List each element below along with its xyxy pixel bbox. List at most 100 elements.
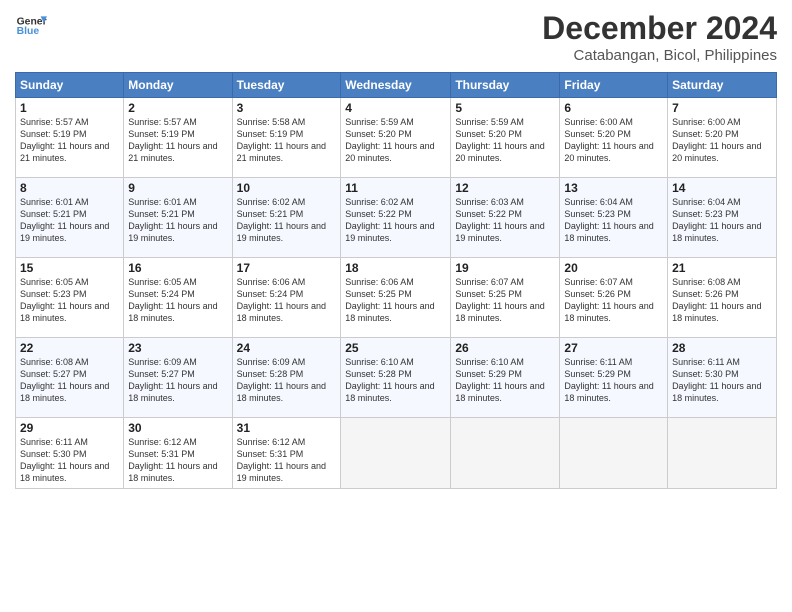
day-number: 11 — [345, 181, 446, 195]
day-info: Sunrise: 5:59 AMSunset: 5:20 PMDaylight:… — [345, 117, 434, 163]
day-number: 31 — [237, 421, 337, 435]
table-row: 29 Sunrise: 6:11 AMSunset: 5:30 PMDaylig… — [16, 418, 124, 489]
day-info: Sunrise: 6:08 AMSunset: 5:26 PMDaylight:… — [672, 277, 761, 323]
table-row: 10 Sunrise: 6:02 AMSunset: 5:21 PMDaylig… — [232, 178, 341, 258]
day-number: 20 — [564, 261, 663, 275]
table-row: 14 Sunrise: 6:04 AMSunset: 5:23 PMDaylig… — [668, 178, 777, 258]
table-row: 12 Sunrise: 6:03 AMSunset: 5:22 PMDaylig… — [451, 178, 560, 258]
day-info: Sunrise: 6:10 AMSunset: 5:29 PMDaylight:… — [455, 357, 544, 403]
header-sunday: Sunday — [16, 73, 124, 98]
table-row: 6 Sunrise: 6:00 AMSunset: 5:20 PMDayligh… — [560, 98, 668, 178]
day-number: 14 — [672, 181, 772, 195]
day-number: 8 — [20, 181, 119, 195]
day-info: Sunrise: 6:02 AMSunset: 5:21 PMDaylight:… — [237, 197, 326, 243]
day-info: Sunrise: 6:01 AMSunset: 5:21 PMDaylight:… — [128, 197, 217, 243]
day-info: Sunrise: 6:07 AMSunset: 5:26 PMDaylight:… — [564, 277, 653, 323]
day-info: Sunrise: 6:06 AMSunset: 5:25 PMDaylight:… — [345, 277, 434, 323]
table-row: 8 Sunrise: 6:01 AMSunset: 5:21 PMDayligh… — [16, 178, 124, 258]
day-number: 3 — [237, 101, 337, 115]
logo: General Blue — [15, 10, 47, 42]
day-number: 5 — [455, 101, 555, 115]
day-number: 24 — [237, 341, 337, 355]
table-row: 4 Sunrise: 5:59 AMSunset: 5:20 PMDayligh… — [341, 98, 451, 178]
svg-text:Blue: Blue — [17, 26, 40, 37]
day-info: Sunrise: 5:57 AMSunset: 5:19 PMDaylight:… — [20, 117, 109, 163]
header-thursday: Thursday — [451, 73, 560, 98]
table-row: 5 Sunrise: 5:59 AMSunset: 5:20 PMDayligh… — [451, 98, 560, 178]
day-number: 10 — [237, 181, 337, 195]
day-number: 29 — [20, 421, 119, 435]
table-row: 21 Sunrise: 6:08 AMSunset: 5:26 PMDaylig… — [668, 258, 777, 338]
day-info: Sunrise: 6:01 AMSunset: 5:21 PMDaylight:… — [20, 197, 109, 243]
table-row: 17 Sunrise: 6:06 AMSunset: 5:24 PMDaylig… — [232, 258, 341, 338]
table-row: 16 Sunrise: 6:05 AMSunset: 5:24 PMDaylig… — [124, 258, 232, 338]
header: General Blue December 2024 Catabangan, B… — [15, 10, 777, 64]
day-number: 19 — [455, 261, 555, 275]
table-row: 15 Sunrise: 6:05 AMSunset: 5:23 PMDaylig… — [16, 258, 124, 338]
day-info: Sunrise: 6:05 AMSunset: 5:24 PMDaylight:… — [128, 277, 217, 323]
table-row: 19 Sunrise: 6:07 AMSunset: 5:25 PMDaylig… — [451, 258, 560, 338]
table-row — [341, 418, 451, 489]
table-row: 1 Sunrise: 5:57 AMSunset: 5:19 PMDayligh… — [16, 98, 124, 178]
title-area: December 2024 Catabangan, Bicol, Philipp… — [542, 10, 777, 64]
day-number: 17 — [237, 261, 337, 275]
calendar-header-row: Sunday Monday Tuesday Wednesday Thursday… — [16, 73, 777, 98]
header-wednesday: Wednesday — [341, 73, 451, 98]
day-info: Sunrise: 6:05 AMSunset: 5:23 PMDaylight:… — [20, 277, 109, 323]
day-info: Sunrise: 6:08 AMSunset: 5:27 PMDaylight:… — [20, 357, 109, 403]
table-row: 13 Sunrise: 6:04 AMSunset: 5:23 PMDaylig… — [560, 178, 668, 258]
table-row — [560, 418, 668, 489]
day-info: Sunrise: 5:59 AMSunset: 5:20 PMDaylight:… — [455, 117, 544, 163]
day-info: Sunrise: 6:03 AMSunset: 5:22 PMDaylight:… — [455, 197, 544, 243]
table-row: 18 Sunrise: 6:06 AMSunset: 5:25 PMDaylig… — [341, 258, 451, 338]
day-number: 30 — [128, 421, 227, 435]
day-info: Sunrise: 6:00 AMSunset: 5:20 PMDaylight:… — [564, 117, 653, 163]
day-number: 27 — [564, 341, 663, 355]
day-info: Sunrise: 6:09 AMSunset: 5:28 PMDaylight:… — [237, 357, 326, 403]
table-row: 31 Sunrise: 6:12 AMSunset: 5:31 PMDaylig… — [232, 418, 341, 489]
table-row: 11 Sunrise: 6:02 AMSunset: 5:22 PMDaylig… — [341, 178, 451, 258]
calendar-table: Sunday Monday Tuesday Wednesday Thursday… — [15, 72, 777, 489]
day-info: Sunrise: 6:04 AMSunset: 5:23 PMDaylight:… — [564, 197, 653, 243]
day-info: Sunrise: 6:12 AMSunset: 5:31 PMDaylight:… — [237, 437, 326, 483]
table-row: 20 Sunrise: 6:07 AMSunset: 5:26 PMDaylig… — [560, 258, 668, 338]
day-info: Sunrise: 6:07 AMSunset: 5:25 PMDaylight:… — [455, 277, 544, 323]
day-info: Sunrise: 6:11 AMSunset: 5:30 PMDaylight:… — [20, 437, 109, 483]
day-number: 9 — [128, 181, 227, 195]
day-info: Sunrise: 6:04 AMSunset: 5:23 PMDaylight:… — [672, 197, 761, 243]
table-row: 25 Sunrise: 6:10 AMSunset: 5:28 PMDaylig… — [341, 338, 451, 418]
header-friday: Friday — [560, 73, 668, 98]
day-info: Sunrise: 6:10 AMSunset: 5:28 PMDaylight:… — [345, 357, 434, 403]
day-number: 12 — [455, 181, 555, 195]
table-row: 28 Sunrise: 6:11 AMSunset: 5:30 PMDaylig… — [668, 338, 777, 418]
table-row: 26 Sunrise: 6:10 AMSunset: 5:29 PMDaylig… — [451, 338, 560, 418]
table-row: 23 Sunrise: 6:09 AMSunset: 5:27 PMDaylig… — [124, 338, 232, 418]
day-number: 18 — [345, 261, 446, 275]
day-number: 28 — [672, 341, 772, 355]
day-number: 1 — [20, 101, 119, 115]
day-info: Sunrise: 6:09 AMSunset: 5:27 PMDaylight:… — [128, 357, 217, 403]
day-number: 21 — [672, 261, 772, 275]
day-info: Sunrise: 6:00 AMSunset: 5:20 PMDaylight:… — [672, 117, 761, 163]
day-number: 16 — [128, 261, 227, 275]
table-row: 7 Sunrise: 6:00 AMSunset: 5:20 PMDayligh… — [668, 98, 777, 178]
day-number: 23 — [128, 341, 227, 355]
day-number: 22 — [20, 341, 119, 355]
day-number: 25 — [345, 341, 446, 355]
day-info: Sunrise: 6:11 AMSunset: 5:29 PMDaylight:… — [564, 357, 653, 403]
day-number: 13 — [564, 181, 663, 195]
day-number: 4 — [345, 101, 446, 115]
page: General Blue December 2024 Catabangan, B… — [0, 0, 792, 612]
table-row: 24 Sunrise: 6:09 AMSunset: 5:28 PMDaylig… — [232, 338, 341, 418]
day-info: Sunrise: 6:11 AMSunset: 5:30 PMDaylight:… — [672, 357, 761, 403]
day-info: Sunrise: 5:58 AMSunset: 5:19 PMDaylight:… — [237, 117, 326, 163]
day-number: 6 — [564, 101, 663, 115]
day-number: 26 — [455, 341, 555, 355]
header-monday: Monday — [124, 73, 232, 98]
table-row: 27 Sunrise: 6:11 AMSunset: 5:29 PMDaylig… — [560, 338, 668, 418]
table-row: 9 Sunrise: 6:01 AMSunset: 5:21 PMDayligh… — [124, 178, 232, 258]
table-row — [668, 418, 777, 489]
table-row: 2 Sunrise: 5:57 AMSunset: 5:19 PMDayligh… — [124, 98, 232, 178]
subtitle: Catabangan, Bicol, Philippines — [542, 47, 777, 64]
day-info: Sunrise: 5:57 AMSunset: 5:19 PMDaylight:… — [128, 117, 217, 163]
